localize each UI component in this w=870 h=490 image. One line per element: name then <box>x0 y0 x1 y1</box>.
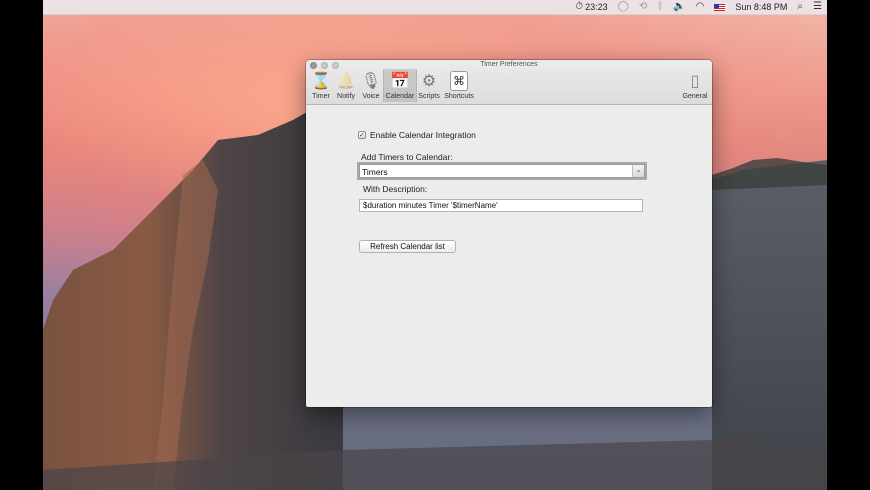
time-machine-icon[interactable]: ⟲ <box>639 0 647 14</box>
tab-label: Scripts <box>418 93 440 100</box>
enable-calendar-row[interactable]: ✓ Enable Calendar Integration <box>358 130 476 140</box>
search-icon[interactable]: ⌕ <box>797 0 803 14</box>
preferences-toolbar: ⌛ Timer 🔔 Notify 🎙 Voice 📅 Calendar ⚙ Sc… <box>308 69 476 102</box>
switch-icon: ▯ <box>690 73 700 90</box>
tab-label: Voice <box>362 93 380 100</box>
chevron-down-icon[interactable]: ⌄ <box>632 165 644 177</box>
tab-scripts[interactable]: ⚙ Scripts <box>416 69 442 102</box>
bluetooth-icon[interactable]: ᛒ <box>657 0 663 14</box>
calendar-select[interactable]: Timers ⌄ <box>359 164 645 178</box>
window-title: Timer Preferences <box>480 61 538 68</box>
menu-bar: ⏱ 23:23 ◯ ⟲ ᛒ 🔈 ◠ Sun 8:48 PM ⌕ ☰ <box>43 0 827 15</box>
tab-shortcuts[interactable]: ⌘ Shortcuts <box>441 69 477 102</box>
enable-calendar-label: Enable Calendar Integration <box>370 130 476 140</box>
description-label: With Description: <box>363 184 428 194</box>
window-titlebar: Timer Preferences ⌛ Timer 🔔 Notify 🎙 Voi… <box>306 60 712 105</box>
microphone-icon: 🎙 <box>360 73 382 90</box>
preferences-window: Timer Preferences ⌛ Timer 🔔 Notify 🎙 Voi… <box>306 60 712 407</box>
tab-notify[interactable]: 🔔 Notify <box>333 69 359 102</box>
desktop-wallpaper: ⏱ 23:23 ◯ ⟲ ᛒ 🔈 ◠ Sun 8:48 PM ⌕ ☰ Timer … <box>43 0 827 490</box>
calendar-icon: 📅 <box>390 73 410 90</box>
tab-label: Shortcuts <box>444 93 474 100</box>
tab-label: Notify <box>337 93 355 100</box>
wifi-icon[interactable]: ◠ <box>696 0 705 14</box>
tab-label: Calendar <box>385 93 415 100</box>
description-input[interactable]: $duration minutes Timer '$timerName' <box>359 199 643 212</box>
flag-icon[interactable] <box>714 3 726 11</box>
stopwatch-icon: ⏱ <box>575 1 584 12</box>
calendar-select-value: Timers <box>362 167 388 177</box>
volume-icon[interactable]: 🔈 <box>673 0 685 14</box>
add-timers-label: Add Timers to Calendar: <box>361 152 453 162</box>
calendar-pane: ✓ Enable Calendar Integration <box>306 105 712 407</box>
menu-clock[interactable]: Sun 8:48 PM <box>735 2 787 12</box>
tab-calendar[interactable]: 📅 Calendar <box>383 69 417 102</box>
refresh-calendar-button[interactable]: Refresh Calendar list <box>359 240 456 253</box>
tab-voice[interactable]: 🎙 Voice <box>358 69 384 102</box>
message-icon[interactable]: ◯ <box>618 0 629 14</box>
tab-timer[interactable]: ⌛ Timer <box>308 69 334 102</box>
hourglass-icon: ⌛ <box>311 73 331 90</box>
command-icon: ⌘ <box>450 71 468 91</box>
timer-menu-item[interactable]: ⏱ 23:23 <box>575 0 607 14</box>
tab-label: General <box>682 93 708 100</box>
gear-icon: ⚙ <box>421 73 437 90</box>
enable-calendar-checkbox[interactable]: ✓ <box>358 131 366 139</box>
tab-label: Timer <box>312 93 330 100</box>
bell-icon: 🔔 <box>336 73 356 90</box>
timer-time: 23:23 <box>585 2 608 12</box>
tab-general[interactable]: ▯ General <box>681 69 709 102</box>
list-icon[interactable]: ☰ <box>813 0 822 14</box>
